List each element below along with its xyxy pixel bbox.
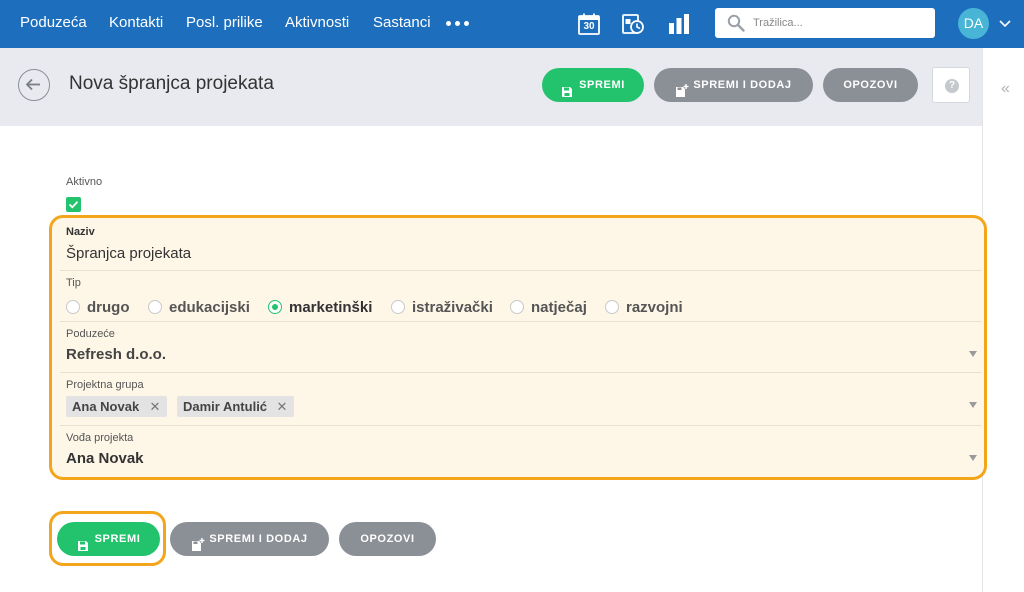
radio-circle (148, 300, 162, 314)
help-button[interactable]: ? (932, 67, 970, 103)
tip-radio-label: edukacijski (169, 299, 250, 316)
dropdown-caret-icon[interactable] (969, 395, 977, 408)
tip-radio-label: marketinški (289, 299, 373, 316)
footer-save-and-add-button[interactable]: SPREMI I DODAJ (170, 522, 329, 556)
divider (60, 321, 982, 322)
chevron-down-icon[interactable] (998, 17, 1012, 29)
divider (60, 425, 982, 426)
save-icon (561, 78, 573, 98)
search-input[interactable] (753, 8, 928, 38)
calendar-icon[interactable]: 30 (577, 12, 601, 36)
radio-circle (66, 300, 80, 314)
tag-label: Damir Antulić (183, 399, 268, 414)
remove-tag-icon[interactable]: ✕ (276, 396, 288, 417)
poduzece-select[interactable]: Refresh d.o.o. (66, 346, 166, 363)
header-cancel-button[interactable]: OPOZOVI (823, 68, 918, 102)
page-title: Nova špranjca projekata (69, 73, 274, 94)
nav-item-sastanci[interactable]: Sastanci (373, 14, 431, 31)
projektna-grupa-label: Projektna grupa (66, 379, 144, 391)
nav-item-kontakti[interactable]: Kontakti (109, 14, 163, 31)
tag-damir-antulic: Damir Antulić ✕ (177, 396, 294, 417)
aktivno-label: Aktivno (66, 176, 103, 188)
naziv-field[interactable]: Špranjca projekata (66, 245, 191, 262)
more-dots-icon[interactable] (446, 21, 470, 27)
tip-radio-label: razvojni (626, 299, 683, 316)
radio-circle-selected (268, 300, 282, 314)
header-save-and-add-button[interactable]: SPREMI I DODAJ (654, 68, 813, 102)
radio-circle (391, 300, 405, 314)
back-arrow-icon[interactable] (18, 69, 50, 101)
tag-label: Ana Novak (72, 399, 140, 414)
naziv-label: Naziv (66, 226, 95, 238)
header-save-label: SPREMI (579, 79, 625, 91)
tip-label: Tip (66, 277, 81, 289)
task-calendar-icon[interactable] (621, 12, 645, 36)
save-plus-icon (191, 532, 205, 552)
dropdown-caret-icon[interactable] (969, 344, 977, 357)
save-icon (77, 532, 89, 552)
search-box[interactable] (715, 8, 935, 38)
top-navigation-bar: Poduzeća Kontakti Posl. prilike Aktivnos… (0, 0, 1024, 48)
right-sidebar (982, 48, 1024, 592)
poduzece-label: Poduzeće (66, 328, 115, 340)
footer-cancel-button[interactable]: OPOZOVI (339, 522, 436, 556)
tip-radio-label: drugo (87, 299, 130, 316)
nav-item-aktivnosti[interactable]: Aktivnosti (285, 14, 349, 31)
voda-projekta-select[interactable]: Ana Novak (66, 450, 144, 467)
help-icon: ? (945, 79, 959, 93)
header-save-and-add-label: SPREMI I DODAJ (693, 79, 792, 91)
save-plus-icon (675, 78, 689, 98)
tip-radio-label: istraživački (412, 299, 493, 316)
avatar[interactable]: DA (958, 8, 989, 39)
calendar-day-number: 30 (583, 21, 595, 32)
tip-radio-label: natječaj (531, 299, 587, 316)
footer-save-button[interactable]: SPREMI (57, 522, 160, 556)
voda-projekta-label: Vođa projekta (66, 432, 134, 444)
tag-ana-novak: Ana Novak ✕ (66, 396, 167, 417)
nav-item-poduzeca[interactable]: Poduzeća (20, 14, 87, 31)
search-icon[interactable] (727, 14, 745, 32)
collapse-sidebar-icon[interactable]: « (1001, 80, 1010, 98)
bar-chart-icon[interactable] (667, 12, 691, 36)
radio-circle (605, 300, 619, 314)
header-save-button[interactable]: SPREMI (542, 68, 644, 102)
radio-circle (510, 300, 524, 314)
footer-save-label: SPREMI (94, 533, 141, 545)
nav-item-poslovne-prilike[interactable]: Posl. prilike (186, 14, 263, 31)
divider (60, 270, 982, 271)
remove-tag-icon[interactable]: ✕ (149, 396, 161, 417)
footer-save-and-add-label: SPREMI I DODAJ (209, 533, 308, 545)
aktivno-checkbox[interactable] (66, 197, 81, 212)
divider (60, 372, 982, 373)
dropdown-caret-icon[interactable] (969, 448, 977, 461)
